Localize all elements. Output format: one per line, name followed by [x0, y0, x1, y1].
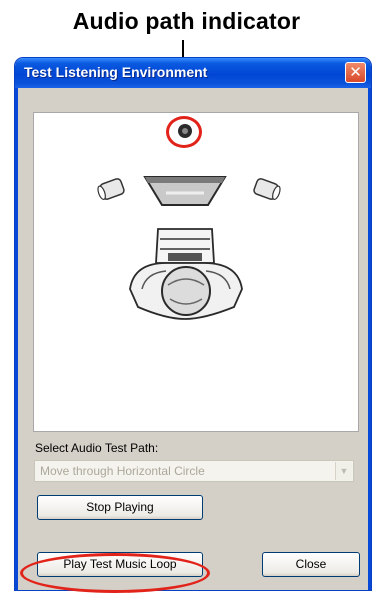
audio-path-indicator-callout: Audio path indicator — [72, 8, 301, 34]
title-bar[interactable]: Test Listening Environment ✕ — [15, 58, 371, 88]
listener-icon — [129, 228, 243, 320]
stop-playing-button[interactable]: Stop Playing — [37, 495, 203, 520]
window-frame-left — [15, 88, 18, 590]
select-audio-test-path-label: Select Audio Test Path: — [35, 441, 159, 455]
center-speaker-icon — [143, 176, 227, 206]
audio-path-indicator-highlight — [166, 116, 202, 148]
front-right-speaker-icon — [253, 178, 281, 201]
close-x-icon[interactable]: ✕ — [345, 62, 366, 83]
window-title: Test Listening Environment — [24, 64, 208, 80]
listening-environment-graphic — [97, 124, 281, 320]
play-button-highlight — [20, 553, 210, 593]
listening-environment-view — [33, 112, 359, 432]
close-button[interactable]: Close — [262, 552, 360, 577]
audio-test-path-select[interactable]: Move through Horizontal Circle ▼ — [34, 460, 354, 482]
chevron-down-icon[interactable]: ▼ — [335, 462, 352, 480]
front-left-speaker-icon — [97, 178, 125, 201]
audio-test-path-selected: Move through Horizontal Circle — [40, 464, 205, 478]
window-frame-right — [368, 88, 371, 590]
